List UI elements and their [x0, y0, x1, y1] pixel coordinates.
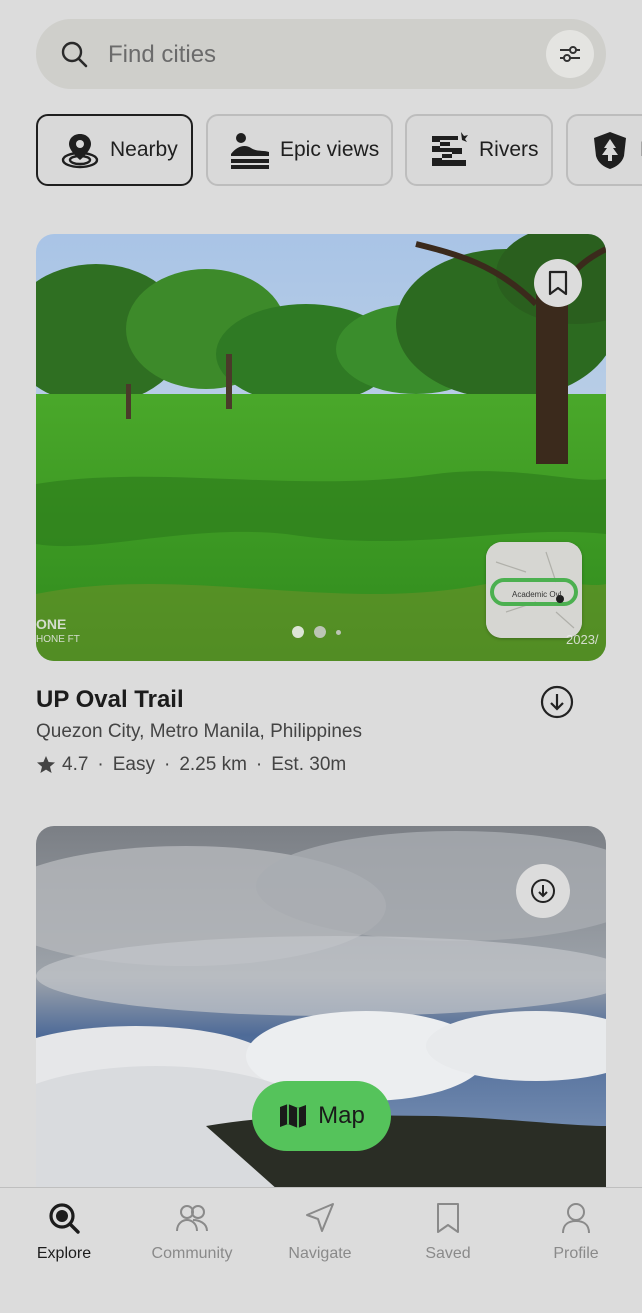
carousel-dot[interactable] — [336, 629, 341, 635]
chip-nearby[interactable]: Nearby — [36, 114, 193, 186]
nav-community[interactable]: Community — [128, 1188, 256, 1288]
nav-label: Community — [151, 1245, 233, 1262]
carousel-dot[interactable] — [292, 626, 304, 638]
download-icon — [531, 879, 555, 903]
nav-navigate[interactable]: Navigate — [256, 1188, 384, 1288]
bookmark-icon — [548, 270, 568, 296]
profile-icon — [562, 1203, 590, 1234]
photo-watermark: ONE — [36, 616, 67, 632]
chip-parks[interactable]: P — [566, 114, 642, 186]
nav-profile[interactable]: Profile — [512, 1188, 640, 1288]
download-icon[interactable] — [540, 685, 574, 719]
mountain-view-icon — [228, 130, 272, 170]
category-chips: Nearby Epic views Rivers P — [36, 114, 642, 186]
nav-label: Navigate — [288, 1245, 352, 1262]
bookmark-icon — [437, 1203, 459, 1233]
chip-label: Epic views — [280, 138, 380, 161]
photo-watermark-sub: HONE FT — [36, 634, 80, 645]
trail-map-thumbnail[interactable]: Academic Ovl — [486, 542, 582, 638]
navigate-arrow-icon — [306, 1203, 334, 1232]
nav-label: Profile — [553, 1245, 599, 1262]
filter-button[interactable] — [546, 30, 594, 78]
carousel-dot[interactable] — [314, 626, 326, 638]
bottom-nav: Explore Community Navigate Saved Profile — [0, 1187, 642, 1313]
map-button-label: Map — [318, 1102, 365, 1129]
download-button-2[interactable] — [516, 864, 570, 918]
nav-label: Explore — [36, 1245, 92, 1262]
star-icon — [37, 756, 55, 773]
trail-location: Quezon City, Metro Manila, Philippines — [36, 721, 362, 742]
community-icon — [176, 1205, 208, 1232]
map-icon — [280, 1104, 307, 1128]
location-pin-icon — [58, 130, 102, 170]
trail-rating: 4.7 — [62, 754, 89, 775]
trail-photo[interactable]: Academic Ovl ONE HONE FT 2023/ — [36, 234, 606, 661]
chip-label: Nearby — [110, 138, 178, 161]
park-shield-icon — [588, 130, 632, 170]
river-icon — [427, 130, 471, 170]
trail-route-map: Academic Ovl — [486, 542, 582, 638]
search-input[interactable] — [106, 34, 530, 76]
search-icon — [61, 41, 88, 68]
map-label: Academic Ovl — [512, 590, 562, 599]
trail-distance: 2.25 km — [179, 754, 247, 775]
photo-date: 2023/ — [566, 632, 599, 647]
sliders-icon — [560, 46, 580, 62]
trail-difficulty: Easy — [112, 754, 155, 775]
trail-estimate: Est. 30m — [271, 754, 347, 775]
search-bar[interactable] — [36, 19, 606, 89]
chip-epic-views[interactable]: Epic views — [206, 114, 393, 186]
chip-rivers[interactable]: Rivers — [405, 114, 553, 186]
map-button[interactable]: Map — [252, 1081, 391, 1151]
trail-stats: 4.7 · Easy · 2.25 km · Est. 30m — [36, 754, 346, 776]
explore-search-icon — [49, 1203, 80, 1234]
nav-label: Saved — [425, 1245, 471, 1262]
trail-title[interactable]: UP Oval Trail — [36, 686, 184, 714]
nav-saved[interactable]: Saved — [384, 1188, 512, 1288]
chip-label: Rivers — [479, 138, 539, 161]
carousel-dots — [292, 626, 341, 638]
bookmark-button[interactable] — [534, 259, 582, 307]
nav-explore[interactable]: Explore — [0, 1188, 128, 1288]
